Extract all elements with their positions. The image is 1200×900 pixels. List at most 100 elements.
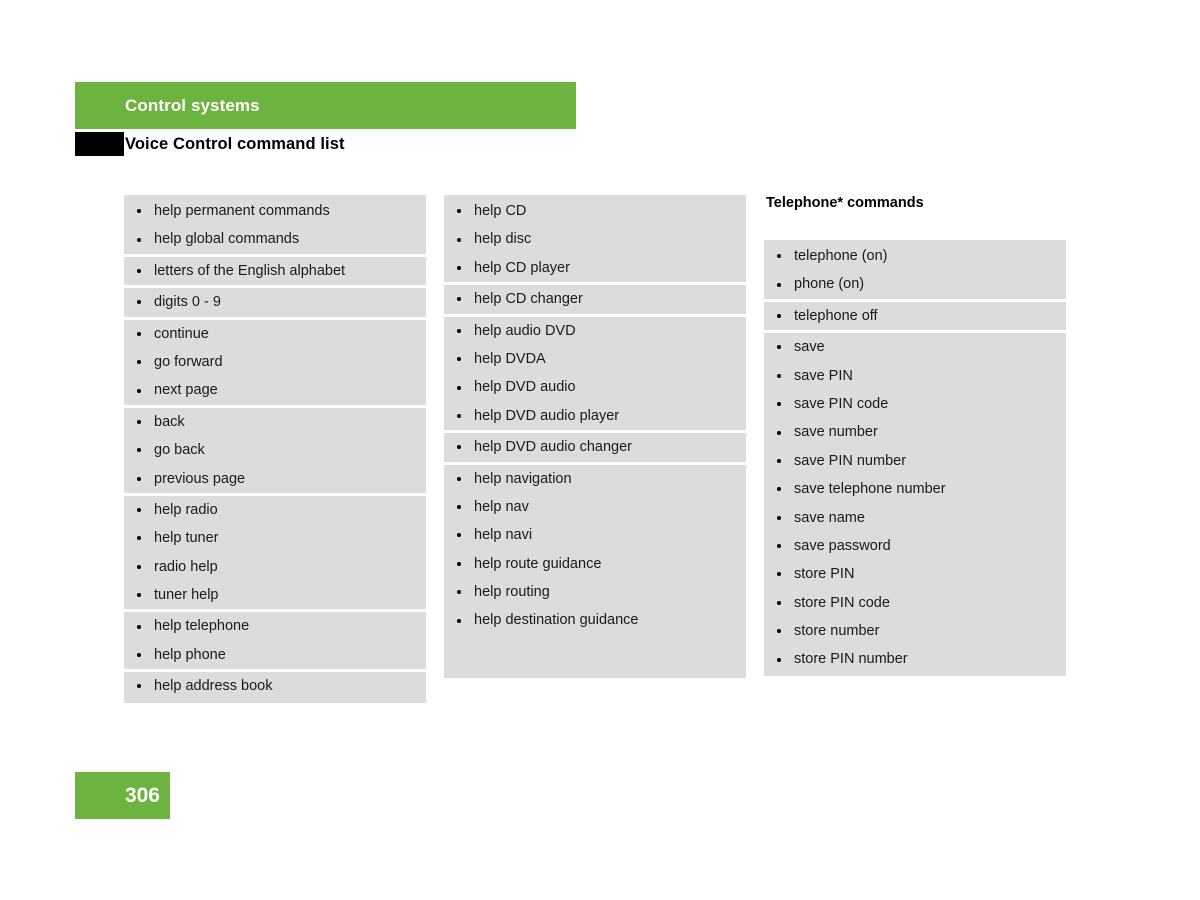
bullet-icon (457, 385, 461, 390)
command-list-item: store number (764, 617, 1066, 645)
command-list-3: telephone (on) phone (on) telephone off sav… (764, 240, 1066, 676)
bullet-icon (777, 458, 781, 463)
bullet-icon (137, 684, 141, 689)
command-list-item: go forward (124, 348, 426, 376)
bullet-icon (777, 254, 781, 259)
command-list-item: help DVD audio player (444, 402, 746, 430)
command-label: telephone (on) (794, 248, 888, 264)
command-list-item: help phone (124, 641, 426, 669)
bullet-icon (457, 561, 461, 566)
command-group: help CD help disc help CD player (444, 195, 746, 283)
bullet-icon (777, 487, 781, 492)
command-label: save PIN (794, 367, 853, 384)
bullet-icon (777, 313, 781, 318)
bullet-icon (457, 505, 461, 510)
manual-page: Control systems Voice Control command li… (0, 0, 1200, 900)
command-label: help audio DVD (474, 322, 576, 339)
bullet-icon (137, 476, 141, 481)
command-group: help DVD audio changer (444, 430, 746, 462)
command-list-item: back (124, 408, 426, 436)
bullet-icon (777, 345, 781, 350)
command-group: help navigation help nav help navi help rou… (444, 461, 746, 637)
command-label: help DVD audio player (474, 407, 620, 424)
command-column-2: help CD help disc help CD player help CD ch… (444, 195, 746, 678)
command-list-item: help route guidance (444, 550, 746, 578)
command-list-item: save PIN code (764, 390, 1066, 418)
bullet-icon (777, 430, 781, 435)
command-list-item: help address book (124, 672, 426, 700)
bullet-icon (457, 445, 461, 450)
command-list-item: help radio (124, 496, 426, 524)
command-label: help global commands (154, 231, 300, 248)
command-label: help tuner (154, 530, 219, 547)
command-label: help radio (154, 501, 218, 518)
bullet-icon (777, 282, 781, 287)
command-label: store PIN (794, 566, 855, 583)
command-list-item: help DVD audio (444, 373, 746, 401)
command-list-item: save number (764, 418, 1066, 446)
bullet-icon (777, 572, 781, 577)
command-label: help CD changer (474, 291, 583, 308)
command-list-item: help tuner (124, 524, 426, 552)
command-list-1: help permanent commands help global comma… (124, 195, 426, 703)
command-group: back go back previous page (124, 404, 426, 493)
command-label: help CD (474, 203, 527, 219)
command-column-3: Telephone* commands telephone (on) phone … (764, 195, 1066, 676)
command-label: help address book (154, 678, 273, 695)
command-list-item: help CD changer (444, 285, 746, 313)
command-label: save (794, 339, 825, 356)
command-group: continue go forward next page (124, 316, 426, 405)
bullet-icon (457, 237, 461, 242)
command-list-item: go back (124, 436, 426, 464)
command-label: continue (154, 325, 209, 342)
command-label: help telephone (154, 618, 250, 635)
command-label: help DVDA (474, 350, 546, 367)
bullet-icon (457, 328, 461, 333)
command-list-item: help nav (444, 493, 746, 521)
command-list-item: save (764, 333, 1066, 361)
command-list-item: digits 0 - 9 (124, 288, 426, 316)
column-3-heading: Telephone* commands (766, 195, 924, 211)
bullet-icon (777, 402, 781, 407)
command-list-item: letters of the English alphabet (124, 257, 426, 285)
bullet-icon (137, 564, 141, 569)
command-group: digits 0 - 9 (124, 285, 426, 317)
command-label: radio help (154, 558, 218, 575)
command-label: help disc (474, 231, 532, 248)
bullet-icon (457, 618, 461, 623)
command-group: help CD changer (444, 282, 746, 314)
command-list-item: telephone (on) (764, 242, 1066, 270)
command-list-item: help permanent commands (124, 197, 426, 225)
command-label: go forward (154, 353, 223, 370)
bullet-icon (137, 593, 141, 598)
bullet-icon (457, 209, 461, 214)
bullet-icon (137, 237, 141, 242)
command-label: go back (154, 442, 205, 459)
command-group: help address book (124, 669, 426, 703)
bullet-icon (137, 209, 141, 214)
bullet-icon (137, 448, 141, 453)
command-label: help navi (474, 527, 533, 544)
bullet-icon (137, 331, 141, 336)
command-group: telephone off (764, 298, 1066, 331)
command-label: previous page (154, 470, 246, 487)
command-label: help navigation (474, 470, 572, 487)
bullet-icon (137, 360, 141, 365)
bullet-icon (137, 300, 141, 305)
command-list-item: save name (764, 504, 1066, 532)
command-label: tuner help (154, 587, 219, 604)
command-group: telephone (on) phone (on) (764, 240, 1066, 299)
command-label: help nav (474, 498, 529, 515)
command-label: save telephone number (794, 481, 946, 498)
command-label: save number (794, 424, 878, 441)
command-label: save password (794, 537, 891, 554)
bullet-icon (777, 657, 781, 662)
bullet-icon (777, 515, 781, 520)
command-list-item: radio help (124, 553, 426, 581)
bullet-icon (137, 536, 141, 541)
command-column-1: help permanent commands help global comma… (124, 195, 426, 703)
command-list-item: help navigation (444, 465, 746, 493)
command-label: help permanent commands (154, 203, 330, 219)
bullet-icon (777, 629, 781, 634)
command-list-item: continue (124, 320, 426, 348)
